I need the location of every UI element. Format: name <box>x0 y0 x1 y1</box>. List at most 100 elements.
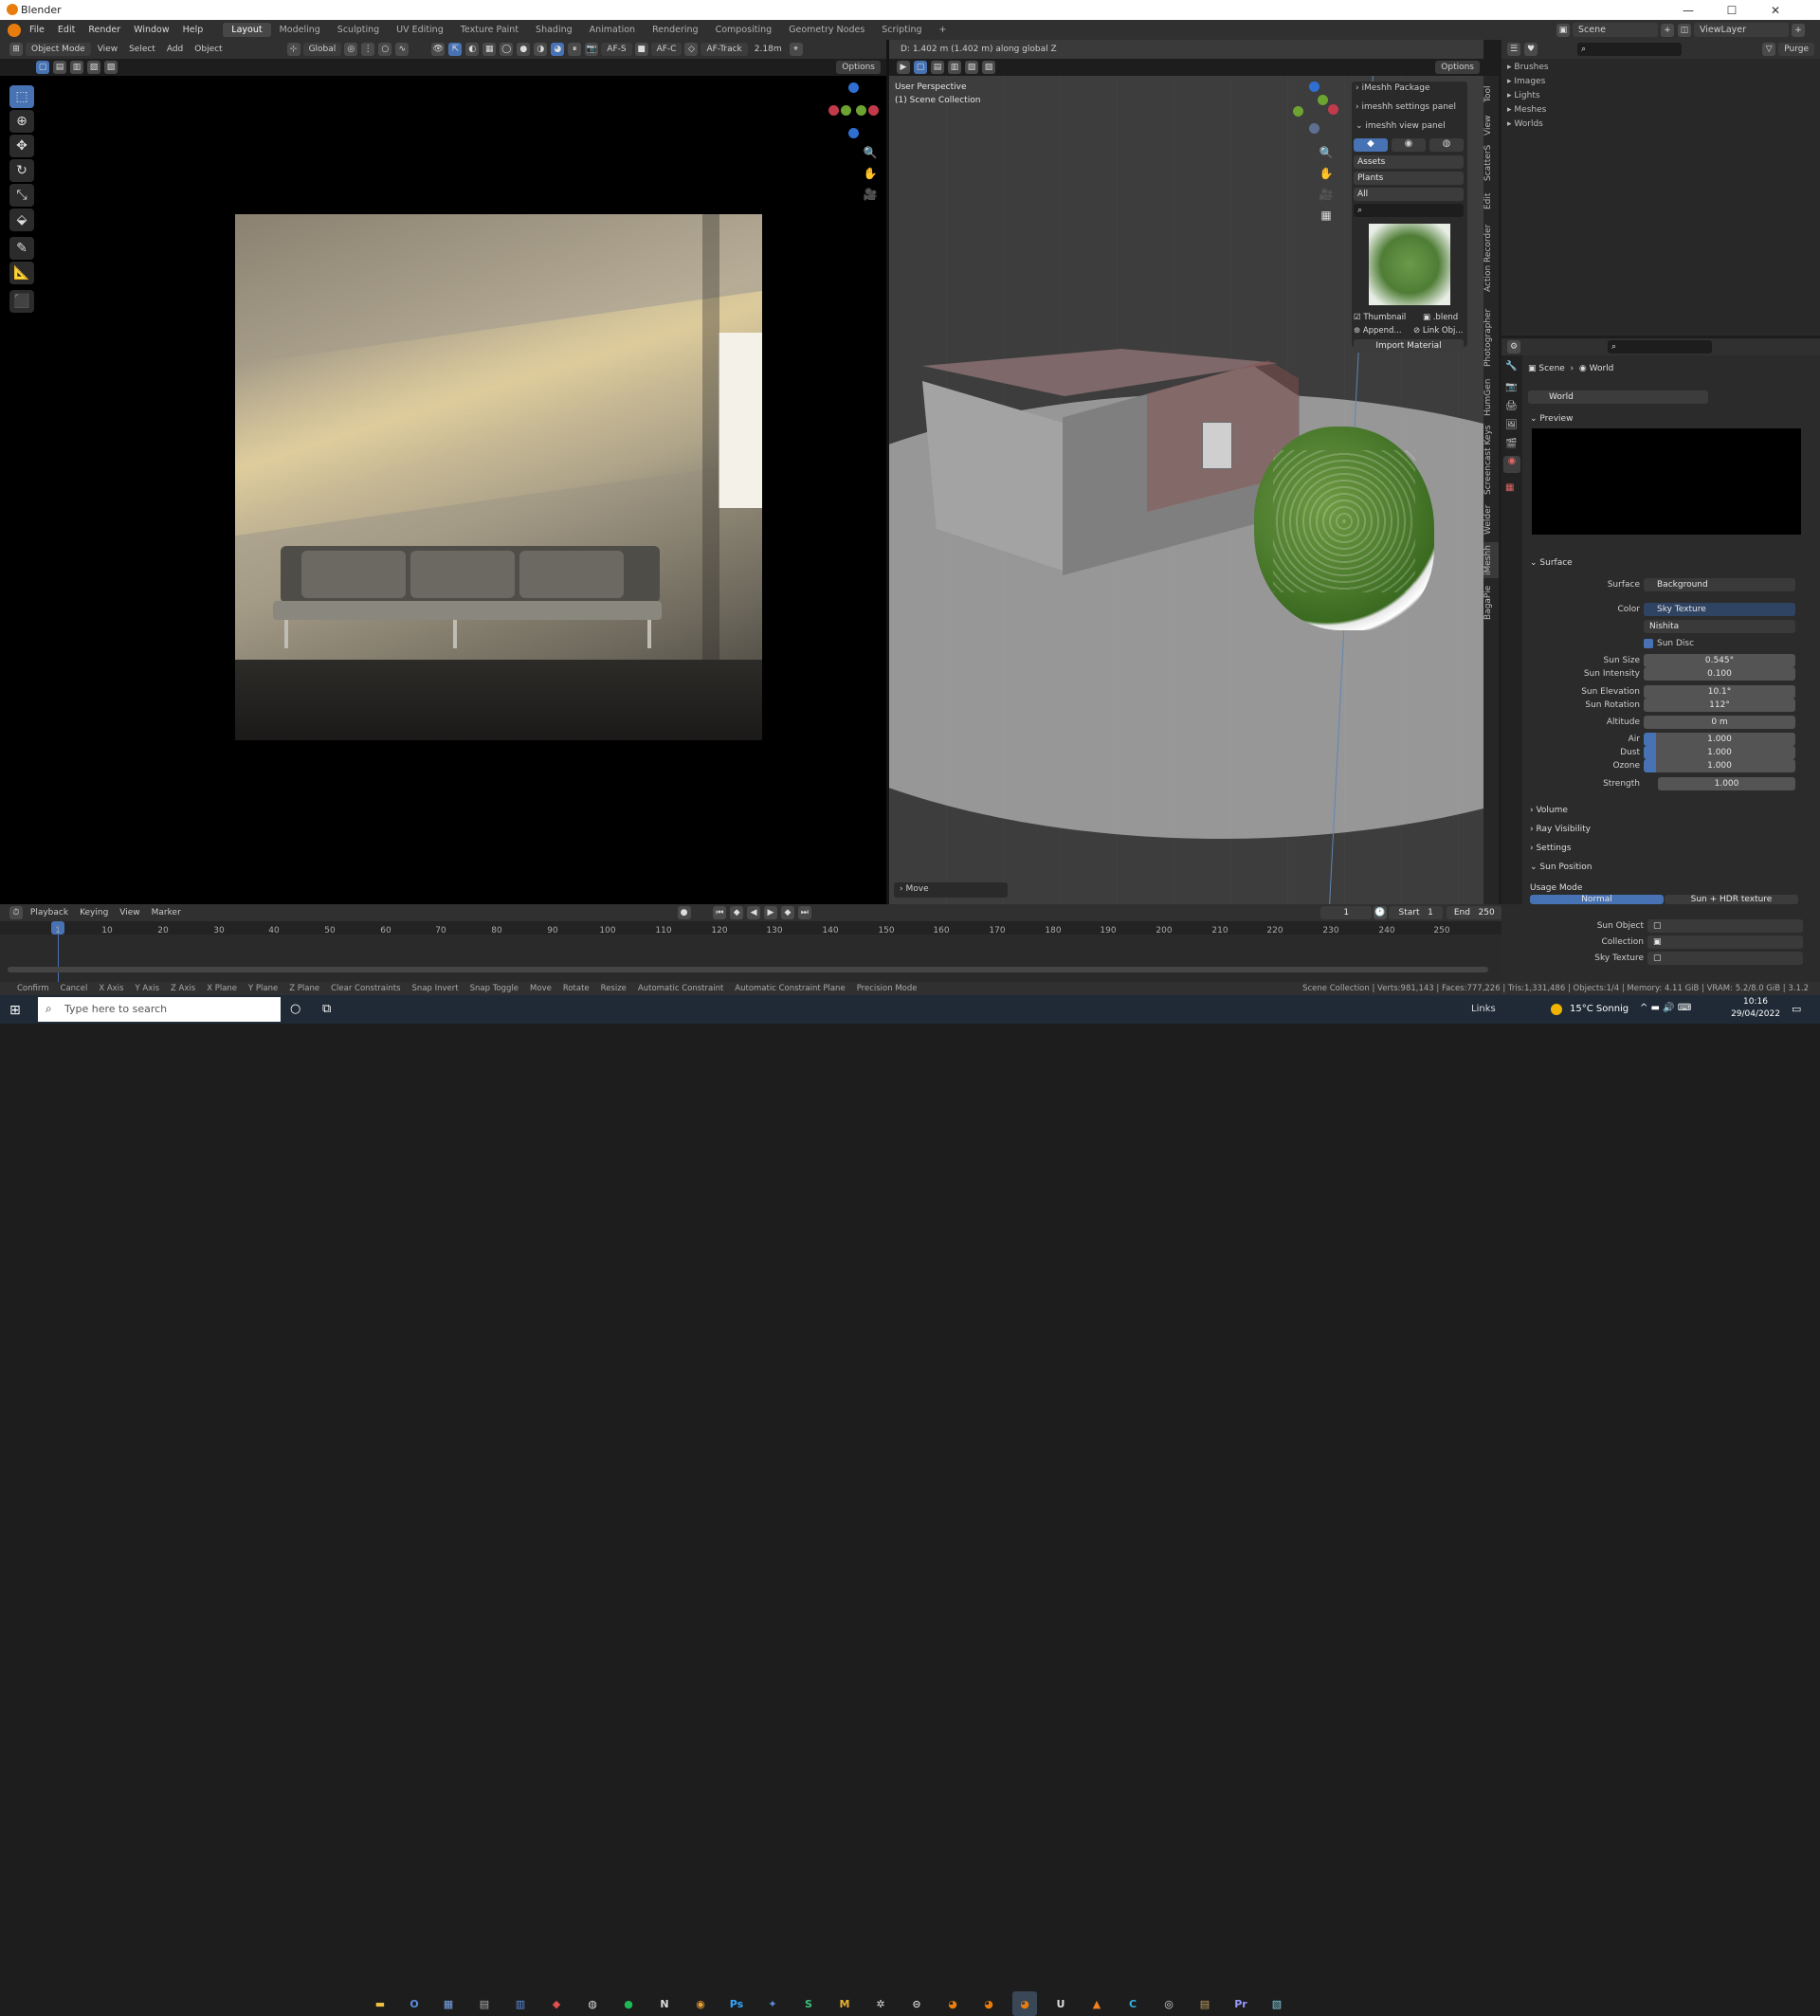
sun-position-panel-header[interactable]: ⌄ Sun Position <box>1530 863 1592 872</box>
volume-panel-header[interactable]: › Volume <box>1530 806 1568 815</box>
side-tab-humgen[interactable]: HumGen <box>1483 377 1499 417</box>
timeline-editor-icon[interactable]: ⏱ <box>9 906 23 919</box>
preview-panel-header[interactable]: ⌄ Preview <box>1530 414 1573 424</box>
measure-tool-icon[interactable]: 📐 <box>9 262 34 284</box>
properties-search-icon[interactable]: ⌕ <box>1608 340 1712 354</box>
thumbnail-toggle[interactable]: ☑ Thumbnail <box>1354 313 1406 322</box>
grid-view-icon[interactable]: ▦ <box>1316 205 1337 226</box>
app-red-icon[interactable]: ◆ <box>544 1991 569 2016</box>
keying-menu[interactable]: Keying <box>74 908 114 917</box>
overlay-icon[interactable]: ◐ <box>465 43 480 56</box>
properties-editor-icon[interactable]: ⚙ <box>1507 340 1520 354</box>
focal-distance-value[interactable]: 2.18m <box>749 45 788 54</box>
select-mode-new-icon[interactable]: ▢ <box>914 61 927 74</box>
timeline-view-menu[interactable]: View <box>114 908 145 917</box>
maximize-icon[interactable]: ☐ <box>1710 0 1754 20</box>
prev-keyframe-icon[interactable]: ◆ <box>730 906 744 919</box>
imeshh-package-header[interactable]: › iMeshh Package <box>1356 83 1430 93</box>
move-redo-panel[interactable]: › Move <box>894 882 1008 898</box>
app-notes-icon[interactable]: ▤ <box>1192 1991 1217 2016</box>
cortana-icon[interactable]: ○ <box>290 1002 300 1016</box>
workspace-tab-texture-paint[interactable]: Texture Paint <box>452 23 527 37</box>
gizmo-toggle-icon[interactable]: ⇱ <box>448 43 463 56</box>
minimize-icon[interactable]: — <box>1666 0 1710 20</box>
spotify-icon[interactable]: ● <box>616 1991 641 2016</box>
jump-end-icon[interactable]: ⏭ <box>797 906 811 919</box>
sky-type-dropdown[interactable]: Nishita <box>1644 620 1795 633</box>
view-layer-tab-icon[interactable]: 🖼 <box>1505 420 1518 430</box>
proportional-icon[interactable]: ○ <box>378 43 392 56</box>
filter-icon[interactable]: ▽ <box>1762 43 1776 56</box>
select-tool-icon[interactable]: ⬚ <box>9 85 34 108</box>
new-scene-icon[interactable]: + <box>1661 23 1674 37</box>
all-dropdown[interactable]: All <box>1354 188 1464 201</box>
app-m-icon[interactable]: M <box>832 1991 857 2016</box>
menu-edit[interactable]: Edit <box>51 25 82 35</box>
extend-mode-icon[interactable]: ▤ <box>53 61 66 74</box>
options-dropdown-right[interactable]: Options <box>1435 61 1480 74</box>
zoom-icon[interactable]: 🔍 <box>860 142 881 163</box>
blend-toggle[interactable]: ▣ .blend <box>1423 313 1458 322</box>
workspace-tab-shading[interactable]: Shading <box>527 23 581 37</box>
chrome-icon[interactable]: ◉ <box>688 1991 713 2016</box>
tool-tab-icon[interactable]: 🔧 <box>1505 361 1517 372</box>
outliner-item-worlds[interactable]: ▸ Worlds <box>1507 119 1543 129</box>
side-tab-edit[interactable]: Edit <box>1483 188 1499 214</box>
air-slider[interactable]: 1.000 <box>1644 733 1795 746</box>
blender-task-icon-1[interactable]: ◕ <box>940 1991 965 2016</box>
windows-start-icon[interactable]: ⊞ <box>9 1003 21 1018</box>
sun-rotation-field[interactable]: 112° <box>1644 699 1795 712</box>
blender-menu-icon[interactable] <box>8 23 21 37</box>
editor-type-icon[interactable]: ⊞ <box>9 43 23 56</box>
render-tab-icon[interactable]: 📷 <box>1505 382 1517 392</box>
imeshh-view-header[interactable]: ⌄ imeshh view panel <box>1356 121 1446 131</box>
collection-field[interactable]: ▣ <box>1647 935 1803 949</box>
workspace-tab-animation[interactable]: Animation <box>581 23 644 37</box>
sun-object-field[interactable]: ▢ <box>1647 919 1803 933</box>
jump-start-icon[interactable]: ⏮ <box>713 906 727 919</box>
hdri-tab-icon[interactable]: ◍ <box>1429 138 1464 152</box>
app-gear-icon[interactable]: ✲ <box>868 1991 893 2016</box>
start-frame-field[interactable]: Start 1 <box>1388 906 1444 919</box>
usage-normal-button[interactable]: Normal <box>1530 895 1664 904</box>
3d-viewport[interactable]: User Perspective (1) Scene Collection 🔍 … <box>889 76 1483 904</box>
steam-icon[interactable]: ◍ <box>580 1991 605 2016</box>
zoom-icon-right[interactable]: 🔍 <box>1316 142 1337 163</box>
world-name-field[interactable]: World <box>1528 390 1708 404</box>
af-s-button[interactable]: AF-S <box>601 43 632 56</box>
pan-hand-icon-right[interactable]: ✋ <box>1316 163 1337 184</box>
vlc-icon[interactable]: ▲ <box>1084 1991 1109 2016</box>
workspace-tab-layout[interactable]: Layout <box>223 23 271 37</box>
cursor-tool-icon[interactable]: ⊕ <box>9 110 34 133</box>
play-reverse-icon[interactable]: ◀ <box>747 906 761 919</box>
outliner-item-meshes[interactable]: ▸ Meshes <box>1507 105 1546 115</box>
select-mode-extend-icon[interactable]: ▤ <box>931 61 944 74</box>
workspace-tab-rendering[interactable]: Rendering <box>644 23 707 37</box>
wireframe-shading-icon[interactable]: ◯ <box>500 43 514 56</box>
weather-text[interactable]: 15°C Sonnig <box>1570 1004 1629 1014</box>
side-tab-action-recorder[interactable]: Action Recorder <box>1483 218 1499 298</box>
falloff-icon[interactable]: ∿ <box>395 43 410 56</box>
pivot-icon[interactable]: ◎ <box>344 43 358 56</box>
material-shading-icon[interactable]: ◑ <box>534 43 548 56</box>
outliner-editor-icon[interactable]: ☰ <box>1507 43 1520 56</box>
workspace-tab-modeling[interactable]: Modeling <box>271 23 329 37</box>
link-object-button[interactable]: ⊘ Link Obj... <box>1413 326 1464 336</box>
app-n-icon[interactable]: N <box>652 1991 677 2016</box>
premiere-icon[interactable]: Pr <box>1228 1991 1253 2016</box>
axis-gizmo[interactable] <box>825 81 882 138</box>
new-viewlayer-icon[interactable]: + <box>1792 23 1805 37</box>
select-mode-invert-icon[interactable]: ▧ <box>965 61 978 74</box>
menu-help[interactable]: Help <box>176 25 210 35</box>
solid-shading-icon[interactable]: ● <box>517 43 531 56</box>
options-dropdown[interactable]: Options <box>836 61 881 74</box>
snap-icon[interactable]: ⋮ <box>361 43 375 56</box>
sun-intensity-field[interactable]: 0.100 <box>1644 667 1795 681</box>
photoshop-icon[interactable]: Ps <box>724 1991 749 2016</box>
app-globe-icon[interactable]: ◎ <box>1156 1991 1181 2016</box>
search-icon[interactable]: ⌕ <box>1354 204 1464 217</box>
plants-dropdown[interactable]: Plants <box>1354 172 1464 185</box>
next-keyframe-icon[interactable]: ◆ <box>780 906 794 919</box>
axis-gizmo-right[interactable] <box>1287 82 1344 138</box>
app-s-icon[interactable]: S <box>796 1991 821 2016</box>
